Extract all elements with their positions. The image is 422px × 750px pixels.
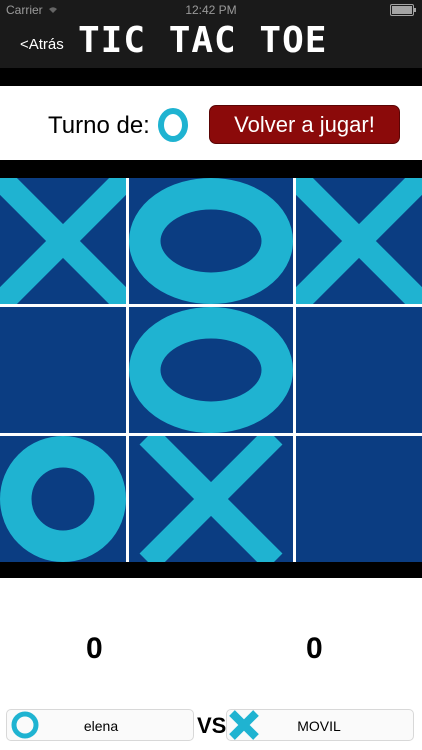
board-cell-6[interactable] (296, 307, 422, 433)
board-cell-1[interactable] (0, 178, 126, 304)
status-bar: Carrier 12:42 PM (0, 0, 422, 20)
battery-icon (390, 4, 416, 16)
game-board (0, 178, 422, 562)
x-mark-icon (296, 178, 422, 304)
vs-label: VS (197, 713, 227, 738)
board-cell-9[interactable] (296, 436, 422, 562)
right-player-name: MOVIL (297, 718, 341, 734)
page-title: TIC TAC TOE (78, 20, 328, 61)
board-cell-8[interactable] (129, 436, 293, 562)
board-cell-5[interactable] (129, 307, 293, 433)
board-cell-3[interactable] (296, 178, 422, 304)
left-player-o-icon (10, 710, 40, 745)
o-mark-icon (129, 178, 293, 304)
turn-o-icon (157, 107, 189, 148)
back-button[interactable]: <Atrás (20, 36, 64, 53)
left-player-name: elena (83, 718, 119, 734)
header-divider (0, 68, 422, 86)
board-cell-4[interactable] (0, 307, 126, 433)
turn-label: Turno de: (48, 112, 150, 139)
board-cell-7[interactable] (0, 436, 126, 562)
navigation-bar: Carrier 12:42 PM <Atrás TIC TAC TOE (0, 0, 422, 68)
board-cell-2[interactable] (129, 178, 293, 304)
left-player-score: 0 (86, 632, 103, 665)
o-mark-icon (0, 436, 126, 562)
x-mark-icon (0, 178, 126, 304)
o-mark-icon (129, 307, 293, 433)
board-top-border (0, 160, 422, 178)
play-again-button[interactable]: Volver a jugar! (209, 105, 400, 144)
right-player-score: 0 (306, 632, 323, 665)
x-mark-icon (139, 436, 283, 562)
board-bottom-border (0, 562, 422, 578)
status-time: 12:42 PM (185, 3, 237, 17)
right-player-x-icon (228, 709, 260, 746)
